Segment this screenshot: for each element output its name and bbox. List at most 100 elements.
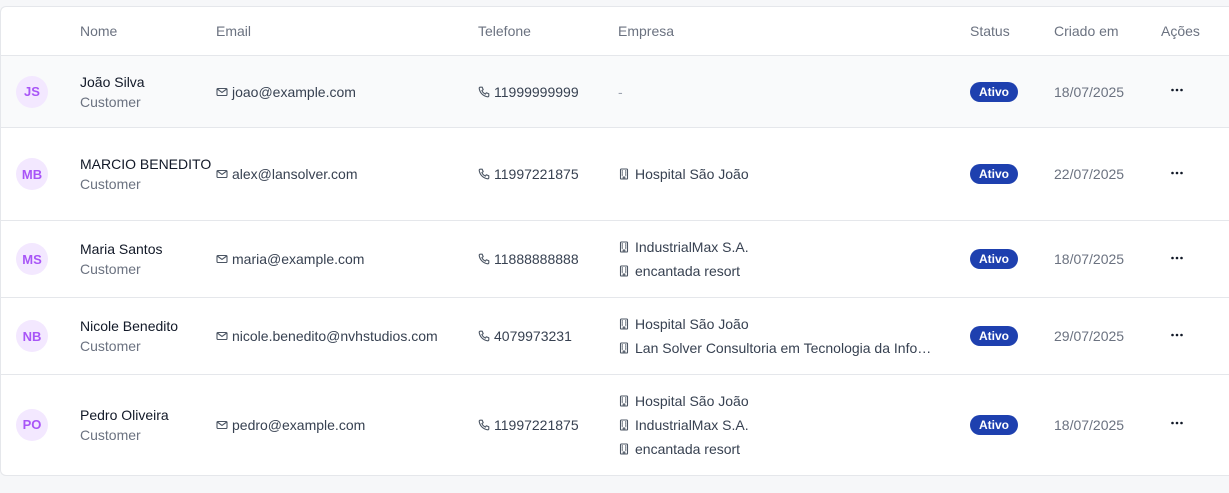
status-badge: Ativo xyxy=(970,164,1018,184)
column-header-phone[interactable]: Telefone xyxy=(478,7,618,56)
phone-text: 4079973231 xyxy=(494,328,572,344)
created-date: 18/07/2025 xyxy=(1054,416,1125,433)
more-horizontal-icon[interactable] xyxy=(1169,327,1185,343)
email-value: alex@lansolver.com xyxy=(216,166,478,182)
phone-cell: 11999999999 xyxy=(478,55,618,128)
email-cell: pedro@example.com xyxy=(216,375,478,475)
phone-cell: 4079973231 xyxy=(478,297,618,375)
mail-icon xyxy=(216,86,228,98)
column-header-name[interactable]: Nome xyxy=(80,7,216,56)
email-text: joao@example.com xyxy=(232,83,356,100)
avatar-cell: PO xyxy=(1,375,80,475)
company-item: IndustrialMax S.A. xyxy=(618,413,940,437)
phone-text: 11888888888 xyxy=(494,251,579,267)
table-row[interactable]: MS Maria Santos Customer maria@example.com 1… xyxy=(1,220,1229,298)
status-badge: Ativo xyxy=(970,414,1018,435)
customers-table-card: Nome Email Telefone Empresa Status Criad… xyxy=(0,6,1229,476)
avatar: NB xyxy=(16,320,48,352)
column-header-actions: Ações xyxy=(1161,7,1229,56)
column-header-created[interactable]: Criado em xyxy=(1054,7,1161,56)
avatar: PO xyxy=(16,408,48,441)
phone-value: 11888888888 xyxy=(478,251,618,267)
column-header-status[interactable]: Status xyxy=(970,7,1054,56)
customer-role: Customer xyxy=(80,338,141,354)
phone-cell: 11997221875 xyxy=(478,127,618,221)
company-item: Lan Solver Consultoria em Tecnologia da … xyxy=(618,336,940,360)
empty-company: - xyxy=(618,83,623,100)
avatar-cell: MB xyxy=(1,127,80,221)
status-badge: Ativo xyxy=(970,249,1018,269)
more-horizontal-icon[interactable] xyxy=(1169,415,1185,431)
phone-text: 11997221875 xyxy=(494,166,579,182)
building-icon xyxy=(618,443,630,455)
name-cell: Nicole Benedito Customer xyxy=(80,297,216,375)
customer-name: MARCIO BENEDITO xyxy=(80,156,212,172)
avatar-cell: MS xyxy=(1,220,80,298)
created-date: 22/07/2025 xyxy=(1054,166,1125,182)
status-cell: Ativo xyxy=(970,375,1054,475)
table-row[interactable]: JS João Silva Customer joao@example.com 1199… xyxy=(1,55,1229,128)
table-row[interactable]: MB MARCIO BENEDITO Customer alex@lansolver.… xyxy=(1,127,1229,221)
building-icon xyxy=(618,241,630,253)
phone-text: 11997221875 xyxy=(494,416,579,433)
company-name: encantada resort xyxy=(635,263,741,279)
company-cell: Hospital São João IndustrialMax S.A. encan… xyxy=(618,375,970,475)
name-cell: João Silva Customer xyxy=(80,55,216,128)
column-header-email[interactable]: Email xyxy=(216,7,478,56)
created-date: 18/07/2025 xyxy=(1054,251,1125,267)
customer-role: Customer xyxy=(80,261,141,277)
name-cell: Maria Santos Customer xyxy=(80,220,216,298)
company-name: IndustrialMax S.A. xyxy=(635,416,749,433)
email-value: joao@example.com xyxy=(216,84,478,100)
company-cell: - xyxy=(618,55,970,128)
avatar: MS xyxy=(16,243,48,275)
building-icon xyxy=(618,265,630,277)
company-item: IndustrialMax S.A. xyxy=(618,235,940,259)
email-cell: maria@example.com xyxy=(216,220,478,298)
column-header-company[interactable]: Empresa xyxy=(618,7,970,56)
status-cell: Ativo xyxy=(970,297,1054,375)
email-text: alex@lansolver.com xyxy=(232,166,358,182)
more-horizontal-icon[interactable] xyxy=(1169,82,1185,98)
status-cell: Ativo xyxy=(970,127,1054,221)
name-cell: MARCIO BENEDITO Customer xyxy=(80,127,216,221)
table-row[interactable]: NB Nicole Benedito Customer nicole.benedito… xyxy=(1,297,1229,375)
more-horizontal-icon[interactable] xyxy=(1169,250,1185,266)
phone-value: 4079973231 xyxy=(478,328,618,344)
company-cell: IndustrialMax S.A. encantada resort xyxy=(618,220,970,298)
status-badge: Ativo xyxy=(970,81,1018,102)
email-text: nicole.benedito@nvhstudios.com xyxy=(232,328,438,344)
phone-text: 11999999999 xyxy=(494,83,579,100)
customer-name: Pedro Oliveira xyxy=(80,406,169,423)
actions-cell xyxy=(1161,127,1229,221)
email-cell: alex@lansolver.com xyxy=(216,127,478,221)
created-date: 29/07/2025 xyxy=(1054,328,1125,344)
phone-cell: 11888888888 xyxy=(478,220,618,298)
email-cell: nicole.benedito@nvhstudios.com xyxy=(216,297,478,375)
customer-role: Customer xyxy=(80,176,141,192)
status-cell: Ativo xyxy=(970,55,1054,128)
created-cell: 18/07/2025 xyxy=(1054,55,1161,128)
phone-icon xyxy=(478,86,490,98)
avatar-cell: JS xyxy=(1,55,80,128)
name-cell: Pedro Oliveira Customer xyxy=(80,375,216,475)
email-value: pedro@example.com xyxy=(216,417,478,433)
phone-value: 11999999999 xyxy=(478,84,618,100)
building-icon xyxy=(618,395,630,407)
avatar: MB xyxy=(16,158,48,190)
table-row[interactable]: PO Pedro Oliveira Customer pedro@example.co… xyxy=(1,375,1229,475)
more-horizontal-icon[interactable] xyxy=(1169,165,1185,181)
company-cell: Hospital São João xyxy=(618,127,970,221)
email-text: pedro@example.com xyxy=(232,416,366,433)
avatar-cell: NB xyxy=(1,297,80,375)
mail-icon xyxy=(216,419,228,431)
email-text: maria@example.com xyxy=(232,251,365,267)
company-name: Hospital São João xyxy=(635,166,749,182)
company-name: Hospital São João xyxy=(635,392,749,409)
avatar-column-header xyxy=(1,7,80,56)
customer-name: Nicole Benedito xyxy=(80,318,179,334)
company-item: Hospital São João xyxy=(618,162,940,186)
status-cell: Ativo xyxy=(970,220,1054,298)
company-item: Hospital São João xyxy=(618,389,940,413)
created-cell: 29/07/2025 xyxy=(1054,297,1161,375)
